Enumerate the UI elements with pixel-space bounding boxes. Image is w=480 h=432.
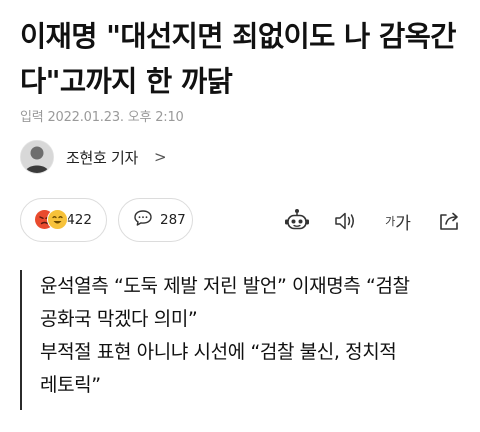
summary-line: 부적절 표현 아니냐 시선에 “검찰 불신, 정치적 bbox=[40, 341, 397, 363]
chevron-right-icon[interactable]: > bbox=[154, 148, 167, 166]
reaction-count: 422 bbox=[66, 212, 92, 228]
summary-line: 윤석열측 “도둑 제발 저린 발언” 이재명측 “검찰 bbox=[40, 275, 410, 297]
article-headline: 이재명 "대선지면 죄없이도 나 감옥간다"고까지 한 까닭 bbox=[20, 20, 456, 98]
font-size-icon[interactable]: 가가 bbox=[380, 206, 416, 236]
author-avatar[interactable] bbox=[20, 140, 54, 174]
speech-bubble-icon bbox=[133, 208, 153, 232]
reaction-emojis bbox=[35, 209, 68, 230]
summary-line: 공화국 막겠다 의미” bbox=[40, 308, 198, 330]
publish-date: 입력 2022.01.23. 오후 2:10 bbox=[20, 110, 184, 125]
author-byline[interactable]: 조현호 기자 > bbox=[20, 140, 167, 174]
font-size-label-small: 가 bbox=[385, 215, 396, 228]
font-size-label-big: 가 bbox=[395, 213, 411, 234]
author-name[interactable]: 조현호 기자 bbox=[66, 147, 138, 168]
comment-count: 287 bbox=[160, 212, 186, 228]
comments-button[interactable]: 287 bbox=[118, 198, 193, 242]
robot-icon[interactable] bbox=[282, 206, 312, 236]
speaker-icon[interactable] bbox=[330, 206, 360, 236]
article-toolbar: 422 287 가 가 bbox=[20, 198, 465, 244]
share-icon[interactable] bbox=[434, 206, 464, 236]
article-summary: 윤석열측 “도둑 제발 저린 발언” 이재명측 “검찰 공화국 막겠다 의미” … bbox=[20, 270, 410, 410]
reactions-button[interactable]: 422 bbox=[20, 198, 107, 242]
summary-line: 레토릭” bbox=[40, 374, 101, 396]
laughing-emoji-icon bbox=[47, 209, 68, 230]
